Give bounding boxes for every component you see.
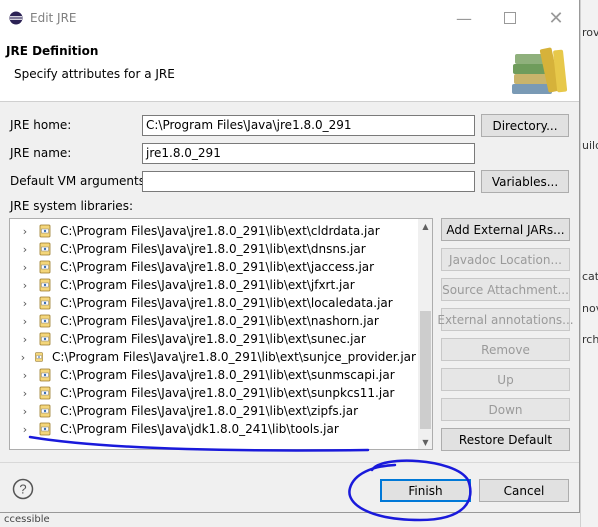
library-row[interactable]: › C:\Program Files\Java\jre1.8.0_291\lib\…	[10, 240, 416, 258]
library-row[interactable]: › C:\Program Files\Java\jre1.8.0_291\lib\…	[10, 330, 416, 348]
expand-chevron-icon[interactable]: ›	[18, 279, 32, 292]
library-path: C:\Program Files\Java\jre1.8.0_291\lib\e…	[60, 314, 379, 328]
header-subtitle: Specify attributes for a JRE	[14, 67, 175, 81]
expand-chevron-icon[interactable]: ›	[18, 369, 32, 382]
background-text: nov	[582, 302, 598, 315]
background-text: uild	[582, 139, 598, 152]
expand-chevron-icon[interactable]: ›	[18, 387, 32, 400]
library-row[interactable]: › C:\Program Files\Java\jre1.8.0_291\lib\…	[10, 312, 416, 330]
scroll-down-arrow-icon[interactable]: ▼	[418, 435, 432, 449]
background-text: ccessible	[4, 514, 50, 525]
jre-home-input[interactable]: C:\Program Files\Java\jre1.8.0_291	[142, 115, 475, 136]
scroll-up-arrow-icon[interactable]: ▲	[418, 219, 432, 233]
help-icon[interactable]: ?	[12, 478, 34, 500]
background-text: cat	[582, 270, 598, 283]
jar-file-icon	[39, 278, 51, 292]
library-row[interactable]: › C:\Program Files\Java\jre1.8.0_291\lib\…	[10, 402, 416, 420]
javadoc-location-button[interactable]: Javadoc Location...	[441, 248, 570, 271]
scrollbar-thumb[interactable]	[420, 311, 431, 429]
library-row[interactable]: › C:\Program Files\Java\jre1.8.0_291\lib\…	[10, 294, 416, 312]
library-row[interactable]: › C:\Program Files\Java\jre1.8.0_291\lib\…	[10, 222, 416, 240]
jar-file-icon	[39, 422, 51, 436]
jar-file-icon	[39, 368, 51, 382]
library-path: C:\Program Files\Java\jre1.8.0_291\lib\e…	[60, 260, 375, 274]
library-path: C:\Program Files\Java\jdk1.8.0_241\lib\t…	[60, 422, 339, 436]
library-path: C:\Program Files\Java\jre1.8.0_291\lib\e…	[60, 296, 393, 310]
jar-file-icon	[39, 404, 51, 418]
expand-chevron-icon[interactable]: ›	[18, 351, 28, 364]
directory-button[interactable]: Directory...	[481, 114, 569, 137]
system-libraries-label: JRE system libraries:	[10, 199, 133, 213]
maximize-button[interactable]	[487, 0, 533, 36]
cancel-button[interactable]: Cancel	[479, 479, 569, 502]
library-path: C:\Program Files\Java\jre1.8.0_291\lib\e…	[60, 278, 355, 292]
restore-default-button[interactable]: Restore Default	[441, 428, 570, 451]
library-path: C:\Program Files\Java\jre1.8.0_291\lib\e…	[60, 332, 366, 346]
jar-file-icon	[35, 352, 43, 362]
library-row[interactable]: › C:\Program Files\Java\jre1.8.0_291\lib\…	[10, 348, 416, 366]
source-attachment-button[interactable]: Source Attachment...	[441, 278, 570, 301]
jar-file-icon	[39, 332, 51, 346]
footer-divider	[0, 462, 579, 463]
jar-file-icon	[39, 386, 51, 400]
title-bar[interactable]: Edit JRE — ✕	[0, 0, 579, 36]
close-icon: ✕	[548, 7, 564, 29]
jar-file-icon	[39, 296, 51, 310]
library-row[interactable]: › C:\Program Files\Java\jre1.8.0_291\lib\…	[10, 258, 416, 276]
up-button[interactable]: Up	[441, 368, 570, 391]
library-row[interactable]: › C:\Program Files\Java\jre1.8.0_291\lib\…	[10, 276, 416, 294]
expand-chevron-icon[interactable]: ›	[18, 405, 32, 418]
jar-file-icon	[39, 224, 51, 238]
background-panel	[580, 0, 598, 527]
minimize-button[interactable]: —	[441, 0, 487, 36]
add-external-jars-button[interactable]: Add External JARs...	[441, 218, 570, 241]
header-title: JRE Definition	[6, 44, 99, 58]
remove-button[interactable]: Remove	[441, 338, 570, 361]
expand-chevron-icon[interactable]: ›	[18, 333, 32, 346]
background-text: rch.	[582, 333, 598, 346]
close-button[interactable]: ✕	[533, 0, 579, 36]
expand-chevron-icon[interactable]: ›	[18, 315, 32, 328]
library-row[interactable]: › C:\Program Files\Java\jre1.8.0_291\lib\…	[10, 366, 416, 384]
edit-jre-dialog: Edit JRE — ✕ JRE Definition Specify attr…	[0, 0, 580, 513]
library-path: C:\Program Files\Java\jre1.8.0_291\lib\e…	[60, 404, 359, 418]
library-path: C:\Program Files\Java\jre1.8.0_291\lib\e…	[60, 242, 366, 256]
jre-name-input[interactable]: jre1.8.0_291	[142, 143, 475, 164]
background-text: rov	[582, 26, 598, 39]
maximize-icon	[504, 12, 516, 24]
window-title: Edit JRE	[30, 11, 77, 25]
expand-chevron-icon[interactable]: ›	[18, 297, 32, 310]
vm-arguments-input[interactable]	[142, 171, 475, 192]
library-row[interactable]: › C:\Program Files\Java\jdk1.8.0_241\lib\…	[10, 420, 416, 438]
expand-chevron-icon[interactable]: ›	[18, 225, 32, 238]
down-button[interactable]: Down	[441, 398, 570, 421]
variables-button[interactable]: Variables...	[481, 170, 569, 193]
jar-file-icon	[39, 242, 51, 256]
external-annotations-button[interactable]: External annotations...	[437, 308, 574, 331]
expand-chevron-icon[interactable]: ›	[18, 261, 32, 274]
jre-home-label: JRE home:	[10, 118, 72, 132]
library-path: C:\Program Files\Java\jre1.8.0_291\lib\e…	[51, 350, 416, 364]
svg-text:?: ?	[19, 482, 26, 497]
background-status-strip	[0, 513, 580, 527]
expand-chevron-icon[interactable]: ›	[18, 423, 32, 436]
jar-file-icon	[39, 260, 51, 274]
finish-button[interactable]: Finish	[380, 479, 471, 502]
library-books-icon	[512, 47, 568, 94]
library-row[interactable]: › C:\Program Files\Java\jre1.8.0_291\lib\…	[10, 384, 416, 402]
jar-file-icon	[39, 314, 51, 328]
library-path: C:\Program Files\Java\jre1.8.0_291\lib\e…	[60, 368, 395, 382]
expand-chevron-icon[interactable]: ›	[18, 243, 32, 256]
vm-arguments-label: Default VM arguments:	[10, 174, 150, 188]
library-path: C:\Program Files\Java\jre1.8.0_291\lib\e…	[60, 386, 395, 400]
system-libraries-list[interactable]: › C:\Program Files\Java\jre1.8.0_291\lib\…	[9, 218, 433, 450]
libraries-scrollbar[interactable]: ▲ ▼	[418, 219, 432, 449]
jre-name-label: JRE name:	[10, 146, 72, 160]
dialog-header: JRE Definition Specify attributes for a …	[0, 36, 579, 102]
eclipse-icon	[9, 11, 23, 25]
library-path: C:\Program Files\Java\jre1.8.0_291\lib\e…	[60, 224, 380, 238]
